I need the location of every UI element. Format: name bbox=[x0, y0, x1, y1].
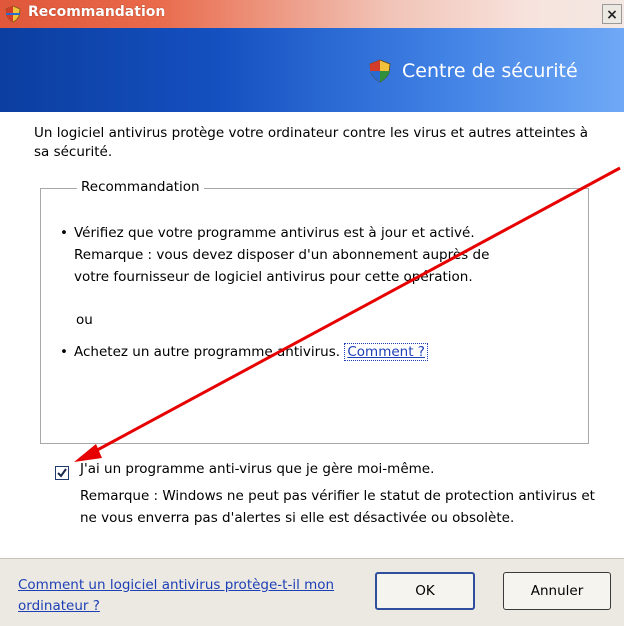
header-banner: Centre de sécurité bbox=[0, 28, 624, 112]
shield-icon bbox=[369, 59, 391, 83]
checkmark-icon bbox=[57, 468, 67, 478]
bullet-icon: • bbox=[60, 344, 68, 360]
how-link[interactable]: Comment ? bbox=[344, 343, 428, 361]
self-managed-antivirus-checkbox[interactable] bbox=[55, 466, 69, 480]
bullet-icon: • bbox=[60, 225, 68, 241]
shield-icon bbox=[5, 5, 21, 23]
cancel-button[interactable]: Annuler bbox=[503, 572, 611, 610]
bullet2-text: Achetez un autre programme antivirus. bbox=[74, 344, 341, 360]
group-legend: Recommandation bbox=[77, 179, 204, 195]
banner-title: Centre de sécurité bbox=[402, 60, 578, 82]
checkbox-note: Remarque : Windows ne peut pas vérifier … bbox=[80, 488, 595, 526]
intro-text: Un logiciel antivirus protège votre ordi… bbox=[34, 125, 589, 160]
close-button[interactable]: × bbox=[602, 4, 622, 24]
bullet1-line3: votre fournisseur de logiciel antivirus … bbox=[74, 269, 473, 285]
help-link[interactable]: Comment un logiciel antivirus protège-t-… bbox=[18, 575, 348, 617]
bullet1-line1: Vérifiez que votre programme antivirus e… bbox=[74, 225, 475, 241]
window-title: Recommandation bbox=[28, 4, 166, 20]
or-text: ou bbox=[76, 312, 93, 328]
bullet1-line2: Remarque : vous devez disposer d'un abon… bbox=[74, 247, 490, 263]
list-item: • Achetez un autre programme antivirus. C… bbox=[60, 341, 428, 363]
ok-button[interactable]: OK bbox=[375, 572, 475, 610]
checkbox-label[interactable]: J'ai un programme anti-virus que je gère… bbox=[80, 461, 434, 477]
title-bar[interactable]: Recommandation × bbox=[0, 0, 624, 28]
list-item: • Vérifiez que votre programme antivirus … bbox=[60, 222, 489, 288]
